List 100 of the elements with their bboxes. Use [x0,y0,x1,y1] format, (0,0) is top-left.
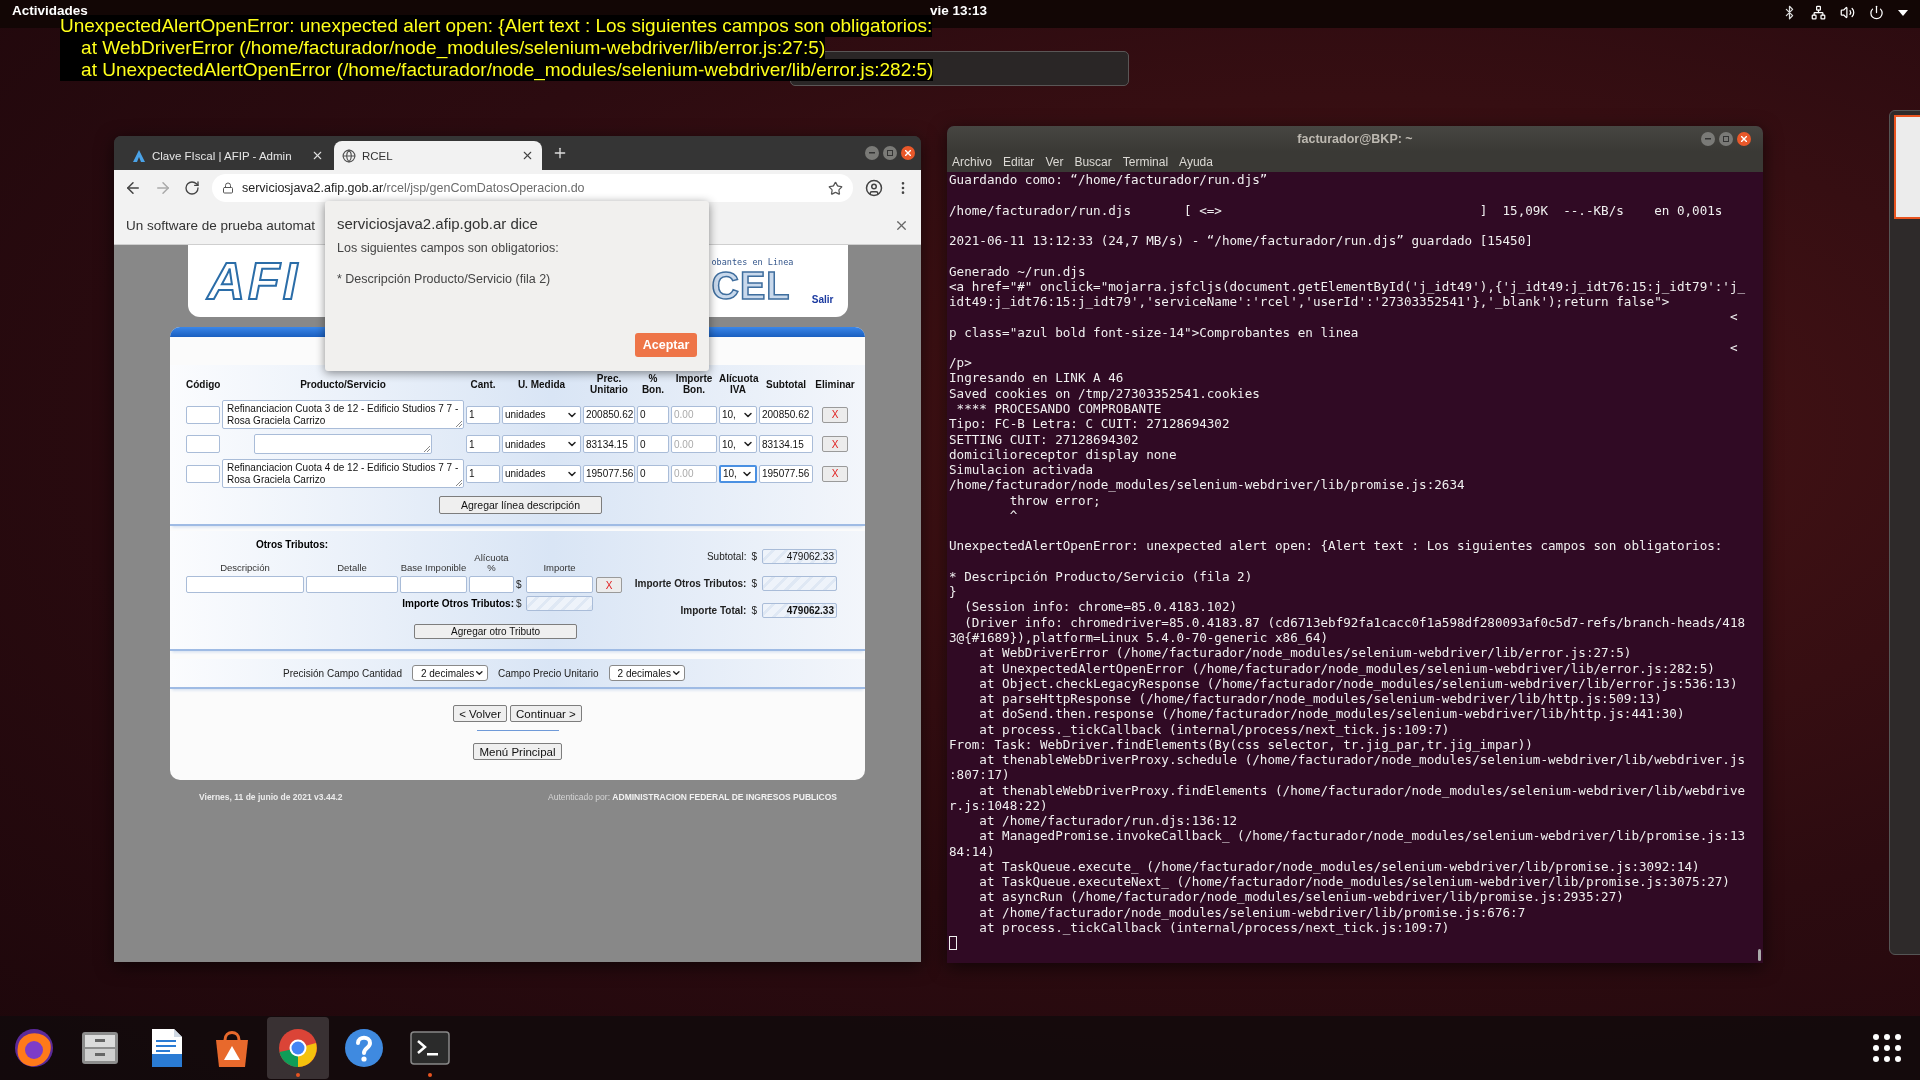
column-header: Código [186,378,220,390]
rate-field[interactable] [469,576,514,593]
terminal-line: /home/facturador/node_modules/selenium-webdriver/lib/promise.js:2634 [949,477,1465,493]
round-emblem-icon[interactable] [276,1026,320,1070]
terminal-line: p class="azul bold font-size-14">Comprobantes en linea [949,324,1359,340]
discount-field[interactable]: 0 [637,405,669,424]
terminal-line: <a href="#" onclick="mojarra.jsfcljs(document.getElementById('j_idt49'),{'j_idt49:j_idt76:15:j_idt79':'j_ [949,278,1746,295]
code-field[interactable] [186,435,220,453]
power-icon[interactable] [1869,5,1884,20]
menu-item[interactable]: Terminal [1122,155,1169,169]
product-field[interactable]: Refinanciacion Cuota 3 de 12 - Edificio Studios 7 7 - Rosa Graciela Carrizo [222,400,464,429]
detail-field[interactable] [306,576,398,593]
terminal-line: 84:14) [949,843,995,859]
profile-icon[interactable] [865,179,883,197]
terminal-line: at process._tickCallback (internal/process/next_tick.js:109:7) [978,920,1450,936]
unit-select[interactable]: unidades [502,464,581,483]
quantity-field[interactable]: 1 [466,435,500,453]
delete-button[interactable]: X [822,465,848,482]
menu-item[interactable]: Archivo [952,155,992,169]
flame-globe-icon[interactable] [12,1026,56,1070]
menu-item[interactable]: Ver [1045,155,1064,169]
terminal-line: at doSend.then.response (/home/facturador/node_modules/selenium-webdriver/lib/http.js:441:30) [978,706,1685,722]
minus-icon [1705,138,1711,140]
close-button[interactable] [1737,132,1751,146]
back-icon[interactable] [124,179,142,197]
close-icon[interactable] [521,149,534,162]
total-label: Importe Otros Tributos: [634,578,747,589]
lock-icon [222,182,234,194]
price-field[interactable]: 83134.15 [583,435,635,453]
logout-link[interactable]: Salir [811,294,834,305]
base-field[interactable] [400,576,467,593]
vat-select[interactable]: 10, [719,464,757,483]
product-field[interactable] [254,434,432,454]
column-header: Alícuota IVA [719,373,757,395]
delete-button[interactable]: X [822,436,848,452]
app-grid-icon[interactable] [1872,1033,1902,1063]
plus-icon[interactable] [552,145,568,161]
minimize-button[interactable] [865,146,879,160]
reload-icon[interactable] [184,180,200,196]
subtotal-field[interactable]: 83134.15 [759,435,813,453]
help-icon[interactable] [342,1026,386,1070]
column-header: Base Imponible [400,563,467,573]
quantity-field[interactable]: 1 [466,405,500,424]
terminal-line: at TaskQueue.executeNext_ (/home/facturador/node_modules/selenium-webdriver/lib/promise.js:3075:27) [978,874,1730,890]
discount-field[interactable]: 0 [637,464,669,483]
resize-grip-icon [455,479,462,486]
caret-icon[interactable] [1898,9,1908,16]
nav-button[interactable]: Continuar > [510,705,582,722]
activities-button[interactable]: Actividades [12,4,88,18]
terminal-line: From: Task: WebDriver.findElements(By(css selector, tr.jig_par,tr.jig_impar)) [949,736,1533,753]
discount-field[interactable]: 0 [637,435,669,453]
menu-item[interactable]: Ayuda [1179,155,1213,169]
code-field[interactable] [186,405,220,424]
amount-field[interactable] [526,576,593,593]
browser-tab[interactable]: Clave FIscal | AFIP - Admin [124,141,332,170]
window-title: facturador@BKP: ~ [1297,132,1413,146]
menu-item[interactable]: Buscar [1074,155,1112,169]
star-icon[interactable] [828,180,843,196]
menu-item[interactable]: Editar [1003,155,1035,169]
subtotal-field[interactable]: 195077.56 [759,464,813,483]
vat-select[interactable]: 10, [719,405,757,424]
clock[interactable]: vie 13:13 [930,4,988,18]
total-label: Subtotal: [706,551,747,562]
unit-select[interactable]: unidades [502,405,581,424]
decimals-select[interactable]: 2 decimales [411,665,488,681]
close-icon[interactable] [311,149,324,162]
description-field[interactable] [186,576,304,593]
terminal-line: at parseHttpResponse (/home/facturador/node_modules/selenium-webdriver/lib/http.js:509:13) [978,691,1662,707]
price-field[interactable]: 200850.62 [583,405,635,424]
unit-select[interactable]: unidades [502,435,581,453]
add-line-button[interactable]: Agregar línea descripción [439,496,602,514]
price-field[interactable]: 195077.56 [583,464,635,483]
minimize-button[interactable] [1701,132,1715,146]
volume-icon[interactable] [1840,5,1855,20]
network-icon[interactable] [1811,5,1826,20]
main-menu-button[interactable]: Menú Principal [473,743,562,760]
product-field[interactable]: Refinanciacion Cuota 4 de 12 - Edificio Studios 7 7 - Rosa Graciela Carrizo [222,459,464,488]
dialog-detail: * Descripción Producto/Servicio (fila 2) [337,272,552,286]
subtotal-field[interactable]: 200850.62 [759,405,813,424]
terminal-line: UnexpectedAlertOpenError: unexpected alert open: {Alert text : Los siguientes campos son obligatorios: [949,537,1723,554]
close-button[interactable] [901,146,915,160]
total-field: 479062.33 [762,603,837,618]
terminal-line: Simulacion activada [949,462,1094,478]
vat-select[interactable]: 10, [719,435,757,453]
quantity-field[interactable]: 1 [466,464,500,483]
column-header: Prec. Unitario [589,373,629,395]
total-field: 479062.33 [762,549,837,564]
currency-label: $ [516,579,523,590]
add-tax-button[interactable]: Agregar otro Tributo [414,624,577,639]
browser-tab[interactable]: RCEL [334,141,542,170]
address-field[interactable]: serviciosjava2.afip.gob.ar/rcel/jsp/genComDatosOperacion.do [212,174,853,202]
terminal-line: /home/facturador/run.djs [ <=> ] 15,09K --.-KB/s en 0,001s [949,201,1723,218]
delete-button[interactable]: X [822,406,848,423]
terminal-line: domicilioreceptor display none [949,446,1177,463]
nav-button[interactable]: < Volver [453,705,508,722]
decimals-select[interactable]: 2 decimales [608,665,685,681]
delete-button[interactable]: X [596,577,622,593]
logo: AFI [207,255,301,307]
code-field[interactable] [186,464,220,483]
currency-label: $ [751,605,757,616]
